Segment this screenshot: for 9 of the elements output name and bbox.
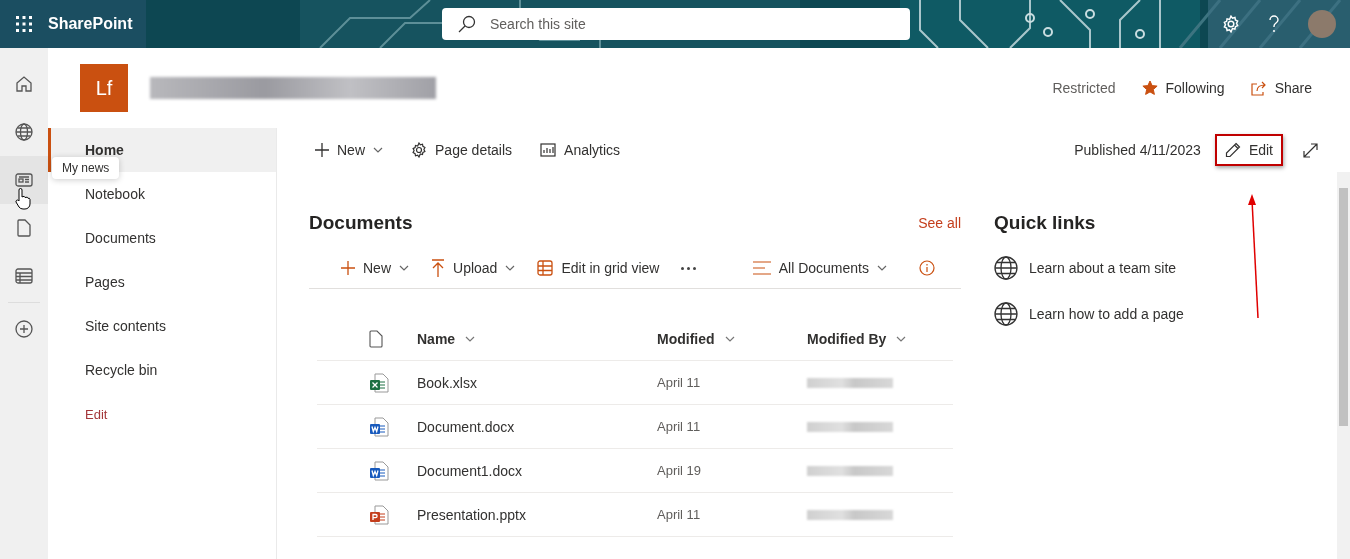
table-cell-text: April 11 xyxy=(657,419,702,434)
tooltip: My news xyxy=(52,157,120,179)
section-title: Documents xyxy=(309,212,413,234)
table-cell-text: April 11 xyxy=(657,375,702,390)
table-cell-text: April 11 xyxy=(657,507,702,522)
table-cell-text: April 19 xyxy=(657,463,703,478)
privacy-label: Restricted xyxy=(1052,80,1116,96)
section-title: Quick links xyxy=(994,212,1097,234)
published-date: Published 4/11/2023 xyxy=(1074,142,1201,158)
